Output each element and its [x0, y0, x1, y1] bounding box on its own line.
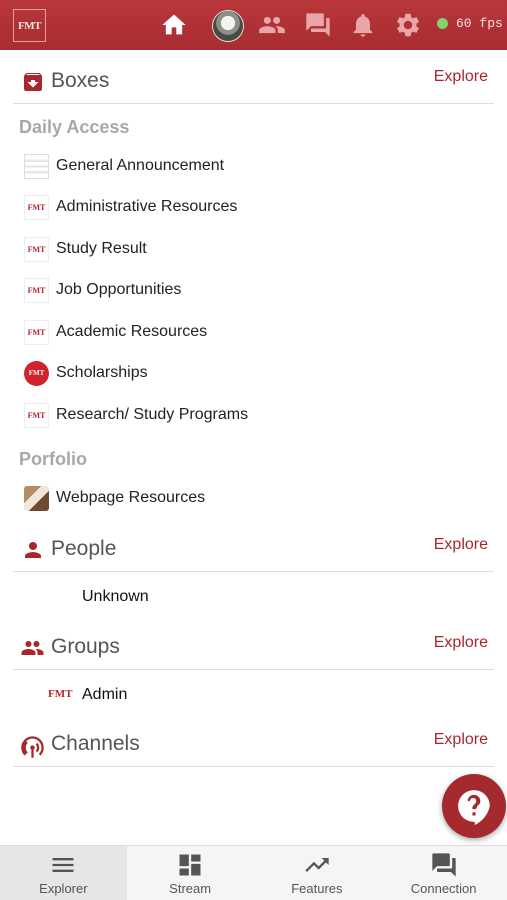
app-logo[interactable]: FMT: [13, 9, 46, 42]
box-item-label: Study Result: [56, 240, 147, 257]
box-item-label: Scholarships: [56, 364, 148, 381]
box-item-general-announcement[interactable]: General Announcement: [24, 151, 224, 181]
dashboard-icon: [179, 854, 201, 876]
announcement-thumbnail-icon: [24, 153, 49, 179]
webpage-thumbnail-icon: [24, 485, 49, 511]
people-item-unknown[interactable]: Unknown: [82, 588, 149, 606]
chat-icon[interactable]: [302, 9, 334, 41]
people-explore-link[interactable]: Explore: [434, 536, 488, 554]
gear-icon[interactable]: [392, 9, 424, 41]
portfolio-heading: Porfolio: [19, 449, 87, 469]
boxes-title: Boxes: [51, 69, 110, 92]
box-item-label: General Announcement: [56, 157, 225, 174]
avatar[interactable]: [212, 10, 244, 42]
nav-features[interactable]: Features: [254, 846, 381, 900]
fmt-group-logo-icon: FMT: [48, 688, 73, 700]
fps-text: 60 fps: [456, 16, 503, 31]
fmt-logo-icon: FMT: [24, 194, 49, 220]
forum-icon: [431, 853, 456, 877]
box-item-label: Job Opportunities: [56, 281, 182, 298]
boxes-section-header: Boxes Explore: [13, 64, 494, 104]
box-item-study-result[interactable]: FMT Study Result: [24, 234, 147, 264]
nav-features-label: Features: [291, 881, 343, 896]
bell-icon[interactable]: [347, 9, 379, 41]
daily-access-heading: Daily Access: [19, 117, 130, 137]
nav-connection-label: Connection: [410, 881, 477, 896]
box-item-job-opportunities[interactable]: FMT Job Opportunities: [24, 275, 181, 305]
menu-icon: [52, 858, 74, 872]
help-button[interactable]: [442, 774, 506, 838]
groups-section-header: Groups Explore: [13, 630, 494, 670]
box-item-webpage-resources[interactable]: Webpage Resources: [24, 483, 205, 513]
fmt-logo-icon: FMT: [24, 277, 49, 303]
group-icon: [21, 641, 44, 655]
fps-indicator: 60 fps: [437, 16, 503, 31]
channels-section-header: Channels Explore: [13, 727, 494, 767]
main-content[interactable]: Boxes Explore Daily Access General Annou…: [0, 50, 507, 845]
nav-stream[interactable]: Stream: [127, 846, 254, 900]
box-item-label: Academic Resources: [56, 323, 208, 340]
top-bar: FMT 60 fps: [0, 0, 507, 50]
status-dot: [437, 18, 448, 29]
people-section-header: People Explore: [13, 532, 494, 572]
fmt-logo-icon: FMT: [24, 319, 49, 345]
person-icon: [25, 542, 41, 558]
broadcast-icon: [21, 736, 44, 758]
box-item-administrative-resources[interactable]: FMT Administrative Resources: [24, 192, 237, 222]
boxes-explore-link[interactable]: Explore: [434, 68, 488, 86]
nav-explorer[interactable]: Explorer: [0, 846, 127, 900]
channels-explore-link[interactable]: Explore: [434, 731, 488, 749]
box-item-label: Research/ Study Programs: [56, 406, 249, 423]
fmt-logo-icon: FMT: [24, 236, 49, 262]
archive-icon: [24, 73, 42, 91]
box-item-scholarships[interactable]: FMT Scholarships: [24, 358, 148, 388]
nav-stream-label: Stream: [169, 881, 212, 896]
home-icon[interactable]: [158, 9, 190, 41]
group-item-admin[interactable]: Admin: [82, 686, 127, 704]
fmt-round-logo-icon: FMT: [24, 360, 49, 386]
groups-title: Groups: [51, 635, 120, 658]
channels-title: Channels: [51, 732, 140, 755]
box-item-academic-resources[interactable]: FMT Academic Resources: [24, 317, 207, 347]
nav-explorer-label: Explorer: [39, 881, 88, 896]
bottom-navigation: Explorer Stream Features Connection: [0, 845, 507, 900]
fmt-logo-icon: FMT: [24, 402, 49, 428]
people-icon[interactable]: [256, 9, 288, 41]
people-title: People: [51, 537, 117, 560]
help-chat-icon: [458, 790, 490, 825]
box-item-research-study-programs[interactable]: FMT Research/ Study Programs: [24, 400, 248, 430]
box-item-label: Webpage Resources: [56, 489, 206, 506]
groups-explore-link[interactable]: Explore: [434, 634, 488, 652]
trending-icon: [305, 858, 329, 872]
nav-connection[interactable]: Connection: [380, 846, 507, 900]
box-item-label: Administrative Resources: [56, 198, 238, 215]
